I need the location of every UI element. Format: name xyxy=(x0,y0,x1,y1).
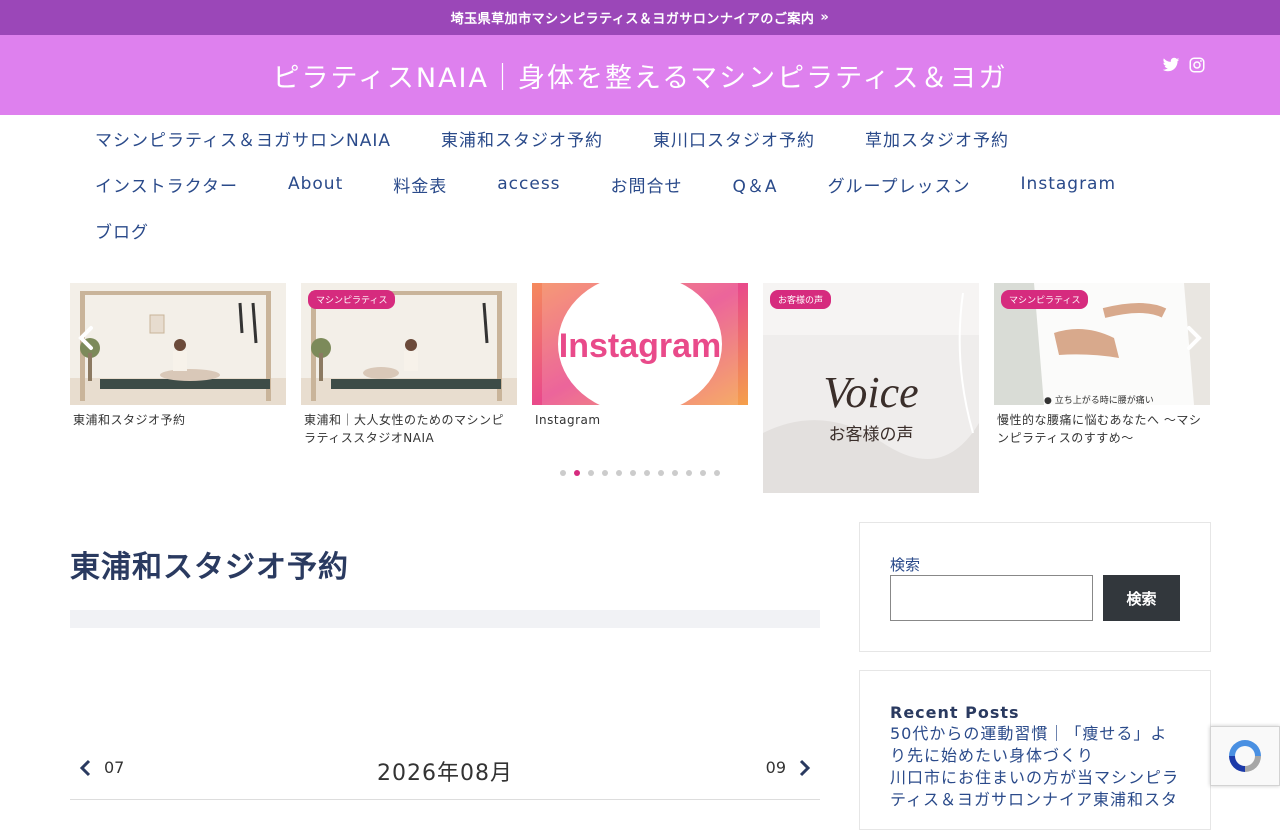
carousel-prev-arrow-icon[interactable] xyxy=(72,323,102,353)
carousel-dot[interactable] xyxy=(714,470,720,476)
carousel-card[interactable]: 東浦和スタジオ予約 xyxy=(70,283,286,429)
recent-posts-widget: Recent Posts 50代からの運動習慣｜「痩せる」より先に始めたい身体づ… xyxy=(859,670,1211,830)
nav-item-higashikawaguchi[interactable]: 東川口スタジオ予約 xyxy=(628,126,840,151)
carousel-dot[interactable] xyxy=(686,470,692,476)
voice-image: Voice お客様の声 xyxy=(763,283,979,493)
nav-item-salon[interactable]: マシンピラティス＆ヨガサロンNAIA xyxy=(70,126,416,151)
recent-posts-heading: Recent Posts xyxy=(890,703,1020,722)
carousel-card[interactable]: Voice お客様の声 お客様の声 xyxy=(763,283,979,493)
twitter-icon[interactable] xyxy=(1162,56,1180,74)
site-header: ピラティスNAIA｜身体を整えるマシンピラティス＆ヨガ xyxy=(0,35,1280,115)
carousel-dot[interactable] xyxy=(602,470,608,476)
carousel-card[interactable]: ● 立ち上がる時に腰が痛い マシンピラティス 慢性的な腰痛に悩むあなたへ 〜マシ… xyxy=(994,283,1210,447)
nav-item-pricing[interactable]: 料金表 xyxy=(368,172,472,197)
search-button[interactable]: 検索 xyxy=(1103,575,1180,621)
back-pain-image-text: ● 立ち上がる時に腰が痛い xyxy=(1044,394,1154,405)
card-caption[interactable]: 東浦和スタジオ予約 xyxy=(70,411,286,429)
nav-item-group-lesson[interactable]: グループレッスン xyxy=(803,172,996,197)
voice-image-subtitle: お客様の声 xyxy=(829,425,914,445)
recaptcha-badge[interactable] xyxy=(1210,726,1280,786)
carousel-dot[interactable] xyxy=(644,470,650,476)
card-caption[interactable]: 東浦和｜大人女性のためのマシンピラティススタジオNAIA xyxy=(301,411,517,447)
next-month-label[interactable]: 09 xyxy=(766,758,786,777)
content-band xyxy=(70,610,820,628)
card-thumbnail[interactable] xyxy=(70,283,286,405)
carousel-next-arrow-icon[interactable] xyxy=(1178,323,1208,353)
calendar-navigation: 07 2026年08月 09 xyxy=(70,745,820,800)
nav-item-instagram[interactable]: Instagram xyxy=(996,174,1142,194)
card-thumbnail[interactable]: マシンピラティス xyxy=(301,283,517,405)
carousel-dot[interactable] xyxy=(588,470,594,476)
category-tag[interactable]: マシンピラティス xyxy=(308,290,396,309)
card-caption[interactable]: 慢性的な腰痛に悩むあなたへ 〜マシンピラティスのすすめ〜 xyxy=(994,411,1210,447)
category-tag[interactable]: マシンピラティス xyxy=(1001,290,1089,309)
instagram-banner-image: Instagram xyxy=(532,283,748,405)
recaptcha-icon xyxy=(1229,740,1261,772)
next-month-button[interactable]: 09 xyxy=(766,758,812,777)
site-title[interactable]: ピラティスNAIA｜身体を整えるマシンピラティス＆ヨガ xyxy=(0,56,1280,95)
notice-bar[interactable]: 埼玉県草加市マシンピラティス＆ヨガサロンナイアのご案内 » xyxy=(0,0,1280,35)
pilates-studio-image xyxy=(70,283,286,405)
carousel-card[interactable]: Instagram Instagram xyxy=(532,283,748,429)
nav-item-higashiurawa[interactable]: 東浦和スタジオ予約 xyxy=(416,126,628,151)
current-month: 2026年08月 xyxy=(377,761,513,786)
carousel-dot[interactable] xyxy=(616,470,622,476)
nav-item-about[interactable]: About xyxy=(263,174,368,194)
nav-item-contact[interactable]: お問合せ xyxy=(586,172,708,197)
search-widget: 検索 検索 xyxy=(859,522,1211,652)
nav-item-blog[interactable]: ブログ xyxy=(70,218,174,243)
nav-item-access[interactable]: access xyxy=(472,174,585,194)
carousel-dot[interactable] xyxy=(700,470,706,476)
nav-item-faq[interactable]: Q＆A xyxy=(708,172,803,197)
page-title: 東浦和スタジオ予約 xyxy=(70,550,349,585)
carousel-dot-active[interactable] xyxy=(574,470,580,476)
search-label: 検索 xyxy=(890,556,921,574)
nav-row: インストラクター About 料金表 access お問合せ Q＆A グループレ… xyxy=(70,161,1210,207)
notice-text[interactable]: 埼玉県草加市マシンピラティス＆ヨガサロンナイアのご案内 xyxy=(451,8,815,27)
main-navigation: マシンピラティス＆ヨガサロンNAIA 東浦和スタジオ予約 東川口スタジオ予約 草… xyxy=(70,115,1210,253)
voice-image-title: Voice xyxy=(823,368,918,417)
carousel-dot[interactable] xyxy=(672,470,678,476)
carousel-dots xyxy=(560,470,720,476)
card-caption[interactable]: Instagram xyxy=(532,411,748,429)
instagram-icon[interactable] xyxy=(1188,56,1206,74)
nav-item-instructor[interactable]: インストラクター xyxy=(70,172,263,197)
recent-posts-list: 50代からの運動習慣｜「痩せる」より先に始めたい身体づくり 川口市にお住まいの方… xyxy=(890,723,1180,811)
carousel-dot[interactable] xyxy=(658,470,664,476)
social-links xyxy=(1162,56,1206,74)
instagram-image-text: Instagram xyxy=(559,327,722,365)
recent-post-link[interactable]: 川口市にお住まいの方が当マシンピラティス＆ヨガサロンナイア東浦和スタ xyxy=(890,767,1180,811)
search-input[interactable] xyxy=(890,575,1093,621)
nav-row: ブログ xyxy=(70,207,1210,253)
card-thumbnail[interactable]: Voice お客様の声 お客様の声 xyxy=(763,283,979,493)
post-carousel: 東浦和スタジオ予約 マシンピラティス 東浦和｜大人女性のためのマシンピラティスス… xyxy=(70,283,1210,498)
carousel-dot[interactable] xyxy=(560,470,566,476)
chevron-right-icon xyxy=(799,759,811,776)
nav-item-soka[interactable]: 草加スタジオ予約 xyxy=(840,126,1034,151)
card-thumbnail[interactable]: Instagram xyxy=(532,283,748,405)
double-chevron-right-icon: » xyxy=(820,10,830,25)
carousel-dot[interactable] xyxy=(630,470,636,476)
carousel-card[interactable]: マシンピラティス 東浦和｜大人女性のためのマシンピラティススタジオNAIA xyxy=(301,283,517,447)
category-tag[interactable]: お客様の声 xyxy=(770,290,832,309)
nav-row: マシンピラティス＆ヨガサロンNAIA 東浦和スタジオ予約 東川口スタジオ予約 草… xyxy=(70,115,1210,161)
recent-post-link[interactable]: 50代からの運動習慣｜「痩せる」より先に始めたい身体づくり xyxy=(890,723,1180,767)
